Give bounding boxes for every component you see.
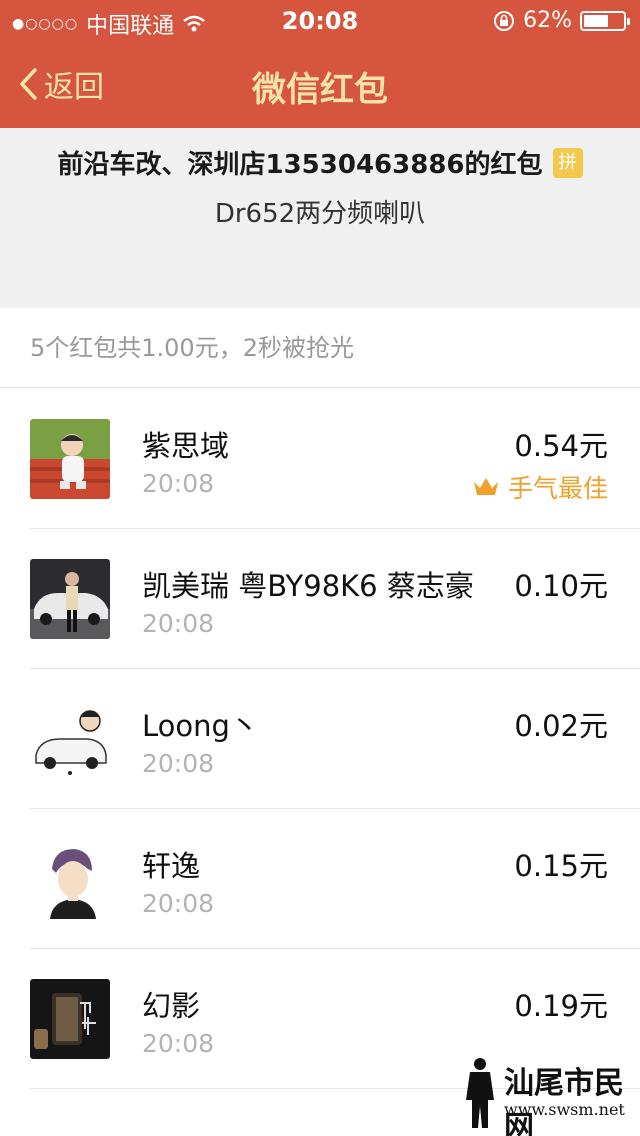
battery-percent: 62% [523,8,572,33]
watermark-url: www.swsm.net [504,1100,625,1119]
status-right: 62% [493,8,630,33]
grab-time: 20:08 [142,749,215,778]
grab-time: 20:08 [142,1029,215,1058]
grab-amount: 0.19元 [514,989,608,1023]
grab-amount: 0.02元 [514,709,608,743]
best-luck-label: 手气最佳 [507,474,608,503]
best-luck-badge: 手气最佳 [472,469,608,505]
list-item[interactable]: 凯美瑞 粤BY98K6 蔡志豪 20:08 0.10元 [0,529,640,669]
grab-time: 20:08 [142,889,215,918]
grab-time: 20:08 [142,469,215,498]
list-item[interactable]: 紫思域 20:08 0.54元 手气最佳 [0,389,640,529]
grab-time: 20:08 [142,609,215,638]
recipient-name: 幻影 [142,989,201,1023]
summary-text: 5个红包共1.00元，2秒被抢光 [0,308,640,388]
crown-icon [473,478,498,495]
status-bar: ●○○○○ 中国联通 20:08 62% [0,0,640,40]
battery-fill [584,14,608,27]
recipient-name: 凯美瑞 粤BY98K6 蔡志豪 [142,569,474,603]
avatar[interactable] [30,419,110,499]
avatar[interactable] [30,699,110,779]
redpacket-header: 前沿车改、深圳店13530463886的红包 拼 Dr652两分频喇叭 [0,128,640,308]
battery-icon [580,10,630,31]
avatar[interactable] [30,839,110,919]
grab-amount: 0.15元 [514,849,608,883]
person-silhouette-icon [466,1058,494,1128]
watermark-text: 汕尾市民网 [504,1066,624,1136]
recipient-name: 紫思域 [142,429,230,463]
grab-amount: 0.54元 [514,429,608,463]
nav-bar: 返回 微信红包 [0,40,640,128]
list-item[interactable]: Loong丶 20:08 0.02元 [0,669,640,809]
recipient-list: 紫思域 20:08 0.54元 手气最佳 凯美瑞 粤BY98K6 蔡志豪 20:… [0,389,640,1089]
page-title: 微信红包 [252,70,388,110]
avatar[interactable] [30,559,110,639]
list-item[interactable]: 轩逸 20:08 0.15元 [0,809,640,949]
recipient-name: 轩逸 [142,849,201,883]
avatar[interactable] [30,979,110,1059]
wish-text: Dr652两分频喇叭 [214,199,426,229]
rotation-lock-icon [494,10,515,31]
site-watermark: 汕尾市民网 www.swsm.net [460,1056,630,1136]
recipient-name: Loong丶 [142,709,259,743]
sender-name: 前沿车改、深圳店13530463886的红包 [57,150,543,180]
sender-line: 前沿车改、深圳店13530463886的红包 拼 [0,144,640,181]
grab-amount: 0.10元 [514,569,608,603]
group-badge: 拼 [552,147,583,178]
